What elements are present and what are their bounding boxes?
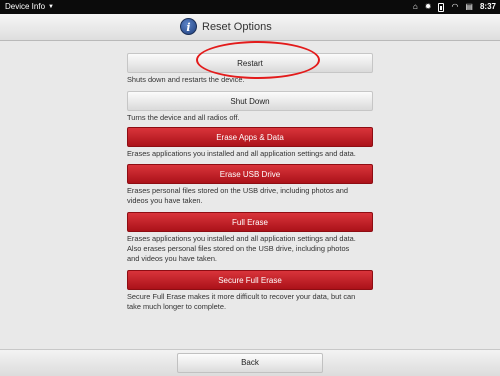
clock: 8:37 <box>479 2 496 11</box>
description-line: Turns the device and all radios off. <box>127 113 240 122</box>
erase-apps-data-description: Erases applications you installed and al… <box>127 149 377 159</box>
secure-full-erase-description: Secure Full Erase makes it more difficul… <box>127 292 377 312</box>
description-line: Erases applications you installed and al… <box>127 234 356 243</box>
description-line: Secure Full Erase makes it more difficul… <box>127 292 356 301</box>
chevron-down-icon: ▼ <box>48 4 54 10</box>
status-icons: ⌂ ✹ ◠ ▤ 8:37 <box>413 0 496 14</box>
description-line: and videos you have taken. <box>127 254 217 263</box>
reset-options-panel: Restart Shuts down and restarts the devi… <box>0 41 500 349</box>
brightness-icon: ✹ <box>424 2 432 11</box>
app-name: Device Info <box>5 2 46 11</box>
app-menu[interactable]: Device Info ▼ <box>5 0 54 14</box>
secure-full-erase-button[interactable]: Secure Full Erase <box>127 270 373 290</box>
description-line: videos you have taken. <box>127 196 203 205</box>
annotation-circle <box>196 41 320 79</box>
page-title: Reset Options <box>202 20 272 33</box>
wifi-icon: ◠ <box>451 2 459 11</box>
menu-icon[interactable]: ▤ <box>465 0 473 14</box>
battery-icon <box>438 2 445 12</box>
info-icon: i <box>180 18 197 35</box>
erase-usb-drive-button[interactable]: Erase USB Drive <box>127 164 373 184</box>
status-bar: Device Info ▼ ⌂ ✹ ◠ ▤ 8:37 <box>0 0 500 14</box>
full-erase-button[interactable]: Full Erase <box>127 212 373 232</box>
shut-down-description: Turns the device and all radios off. <box>127 113 377 123</box>
full-erase-description: Erases applications you installed and al… <box>127 234 377 264</box>
description-line: Erases personal files stored on the USB … <box>127 186 349 195</box>
description-line: take much longer to complete. <box>127 302 227 311</box>
page-header: i Reset Options <box>0 14 500 41</box>
erase-apps-data-button[interactable]: Erase Apps & Data <box>127 127 373 147</box>
erase-usb-drive-description: Erases personal files stored on the USB … <box>127 186 377 206</box>
footer-bar: Back <box>0 349 500 376</box>
description-line: Erases applications you installed and al… <box>127 149 356 158</box>
shut-down-button[interactable]: Shut Down <box>127 91 373 111</box>
description-line: Also erases personal files stored on the… <box>127 244 350 253</box>
device-icon: ⌂ <box>412 2 418 11</box>
back-button[interactable]: Back <box>177 353 323 373</box>
